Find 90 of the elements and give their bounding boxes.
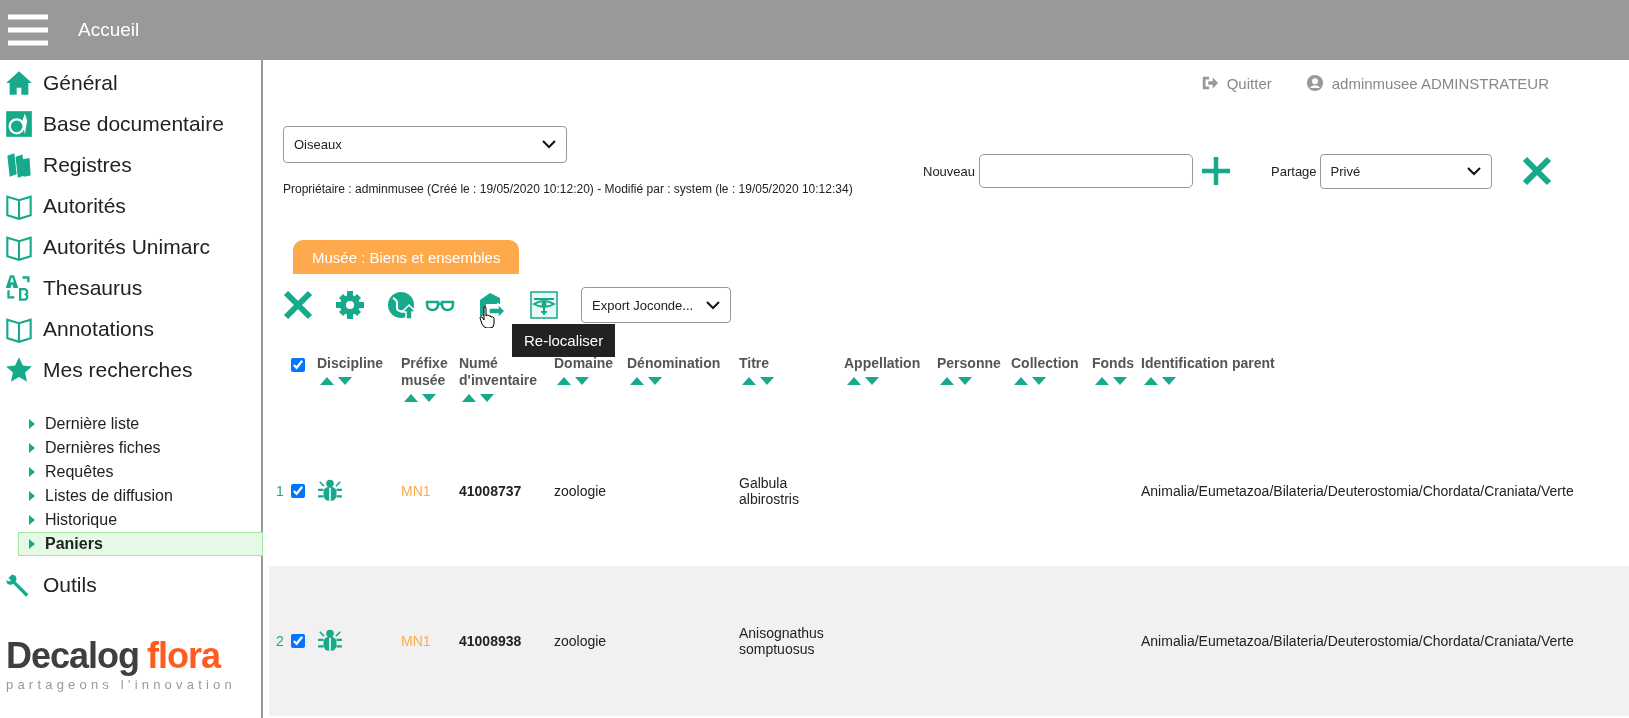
column-header[interactable]: Fonds: [1092, 355, 1141, 372]
column-header[interactable]: Titre: [739, 355, 844, 372]
row-number: 1: [276, 483, 284, 499]
star-icon: [5, 355, 33, 384]
prefix-cell: MN1: [401, 483, 431, 499]
column-header[interactable]: Numé d'inventaire: [459, 355, 554, 389]
triangle-icon: [29, 491, 35, 501]
plus-icon[interactable]: [1201, 156, 1232, 186]
sidebar-item[interactable]: Autorités: [0, 185, 261, 226]
delete-icon[interactable]: [283, 290, 313, 320]
logo-tagline: partageons l'innovation: [6, 677, 237, 692]
quit-link[interactable]: Quitter: [1200, 74, 1272, 92]
sort-arrows-icon[interactable]: [556, 376, 590, 386]
column-header[interactable]: Identification parent: [1141, 355, 1629, 372]
sort-arrows-icon[interactable]: [403, 393, 437, 403]
logout-icon: [1200, 74, 1219, 92]
sidebar-item[interactable]: Thesaurus: [0, 267, 261, 308]
select-all-checkbox[interactable]: [291, 358, 305, 372]
sidebar-subitem[interactable]: Paniers: [18, 532, 263, 556]
basket-select[interactable]: Oiseaux: [283, 126, 567, 163]
sidebar-subitem[interactable]: Dernière liste: [18, 412, 263, 436]
close-icon[interactable]: [1521, 156, 1552, 186]
sidebar-item[interactable]: Autorités Unimarc: [0, 226, 261, 267]
row-checkbox[interactable]: [291, 634, 305, 648]
parent-identification-cell: Animalia/Eumetazoa/Bilateria/Deuterostomia/Chordata/Craniata/Verte: [1141, 633, 1574, 649]
new-basket-field[interactable]: [979, 154, 1194, 188]
column-header[interactable]: Collection: [1011, 355, 1092, 372]
tooltip: Re-localiser: [512, 324, 616, 357]
sort-arrows-icon[interactable]: [741, 376, 775, 386]
relocate-icon[interactable]: [477, 290, 507, 320]
sidebar-subitem[interactable]: Historique: [18, 508, 263, 532]
sort-arrows-icon[interactable]: [1013, 376, 1047, 386]
triangle-icon: [29, 539, 35, 549]
column-header[interactable]: Préfixe musée: [401, 355, 459, 389]
share-select[interactable]: Privé: [1319, 153, 1492, 189]
sidebar-item[interactable]: Mes recherches: [0, 349, 261, 390]
domain-cell: zoologie: [554, 633, 607, 649]
row-checkbox[interactable]: [291, 484, 305, 498]
document-icon: [5, 109, 33, 138]
menu-icon[interactable]: [8, 14, 48, 46]
settings-icon[interactable]: [335, 290, 365, 320]
chevron-icon: [542, 140, 556, 149]
sort-arrows-icon[interactable]: [939, 376, 973, 386]
domain-cell: zoologie: [554, 483, 607, 499]
title-cell-text: Anisognathus somptuosus: [739, 625, 825, 657]
sort-arrows-icon[interactable]: [846, 376, 880, 386]
sidebar-subitem[interactable]: Listes de diffusion: [18, 484, 263, 508]
globe-upload-icon[interactable]: [387, 290, 417, 320]
page-title: Accueil: [78, 19, 140, 41]
triangle-icon: [29, 443, 35, 453]
inventory-number-cell: 41008737: [459, 483, 522, 499]
sort-arrows-icon[interactable]: [1143, 376, 1177, 386]
parent-identification-cell: Animalia/Eumetazoa/Bilateria/Deuterostomia/Chordata/Craniata/Verte: [1141, 483, 1574, 499]
triangle-icon: [29, 515, 35, 525]
user-link[interactable]: adminmusee ADMINSTRATEUR: [1305, 74, 1549, 92]
column-header[interactable]: Personne: [937, 355, 1011, 372]
logo: Decalog flora: [6, 635, 222, 677]
bug-icon: [317, 478, 343, 504]
sidebar-item[interactable]: Général: [0, 62, 261, 103]
user-icon: [1305, 74, 1324, 92]
sidebar-item[interactable]: Annotations: [0, 308, 261, 349]
new-label: Nouveau: [923, 163, 976, 179]
sidebar-item[interactable]: Outils: [0, 564, 261, 605]
sidebar-subitem[interactable]: Requêtes: [18, 460, 263, 484]
thesaurus-icon: [5, 273, 33, 302]
chevron-icon: [706, 300, 720, 310]
sidebar-item[interactable]: Registres: [0, 144, 261, 185]
share-label: Partage: [1271, 163, 1317, 179]
sort-arrows-icon[interactable]: [461, 393, 495, 403]
sidebar-subitem[interactable]: Dernières fiches: [18, 436, 263, 460]
inventory-number-cell: 41008938: [459, 633, 522, 649]
bug-icon: [317, 628, 343, 654]
chevron-icon: [1466, 166, 1481, 176]
sort-arrows-icon[interactable]: [1094, 376, 1128, 386]
basket-info: Propriétaire : adminmusee (Créé le : 19/05/2020 10:12:20) - Modifié par : system (le : 19/05/2020 10:12:34): [283, 182, 854, 196]
export-select[interactable]: Export Joconde...: [581, 287, 731, 323]
sidebar-item[interactable]: Base documentaire: [0, 103, 261, 144]
column-header[interactable]: Domaine: [554, 355, 627, 372]
eye-icon[interactable]: [529, 290, 559, 320]
sort-arrows-icon[interactable]: [629, 376, 663, 386]
triangle-icon: [29, 419, 35, 429]
column-header[interactable]: Discipline: [317, 355, 401, 372]
row-number: 2: [276, 633, 284, 649]
column-header[interactable]: Appellation: [844, 355, 937, 372]
title-cell-text: Galbula albirostris: [739, 475, 800, 507]
prefix-cell: MN1: [401, 633, 431, 649]
sort-arrows-icon[interactable]: [319, 376, 353, 386]
column-header[interactable]: Dénomination: [627, 355, 739, 372]
hand-cursor-icon: [479, 306, 495, 328]
triangle-icon: [29, 467, 35, 477]
